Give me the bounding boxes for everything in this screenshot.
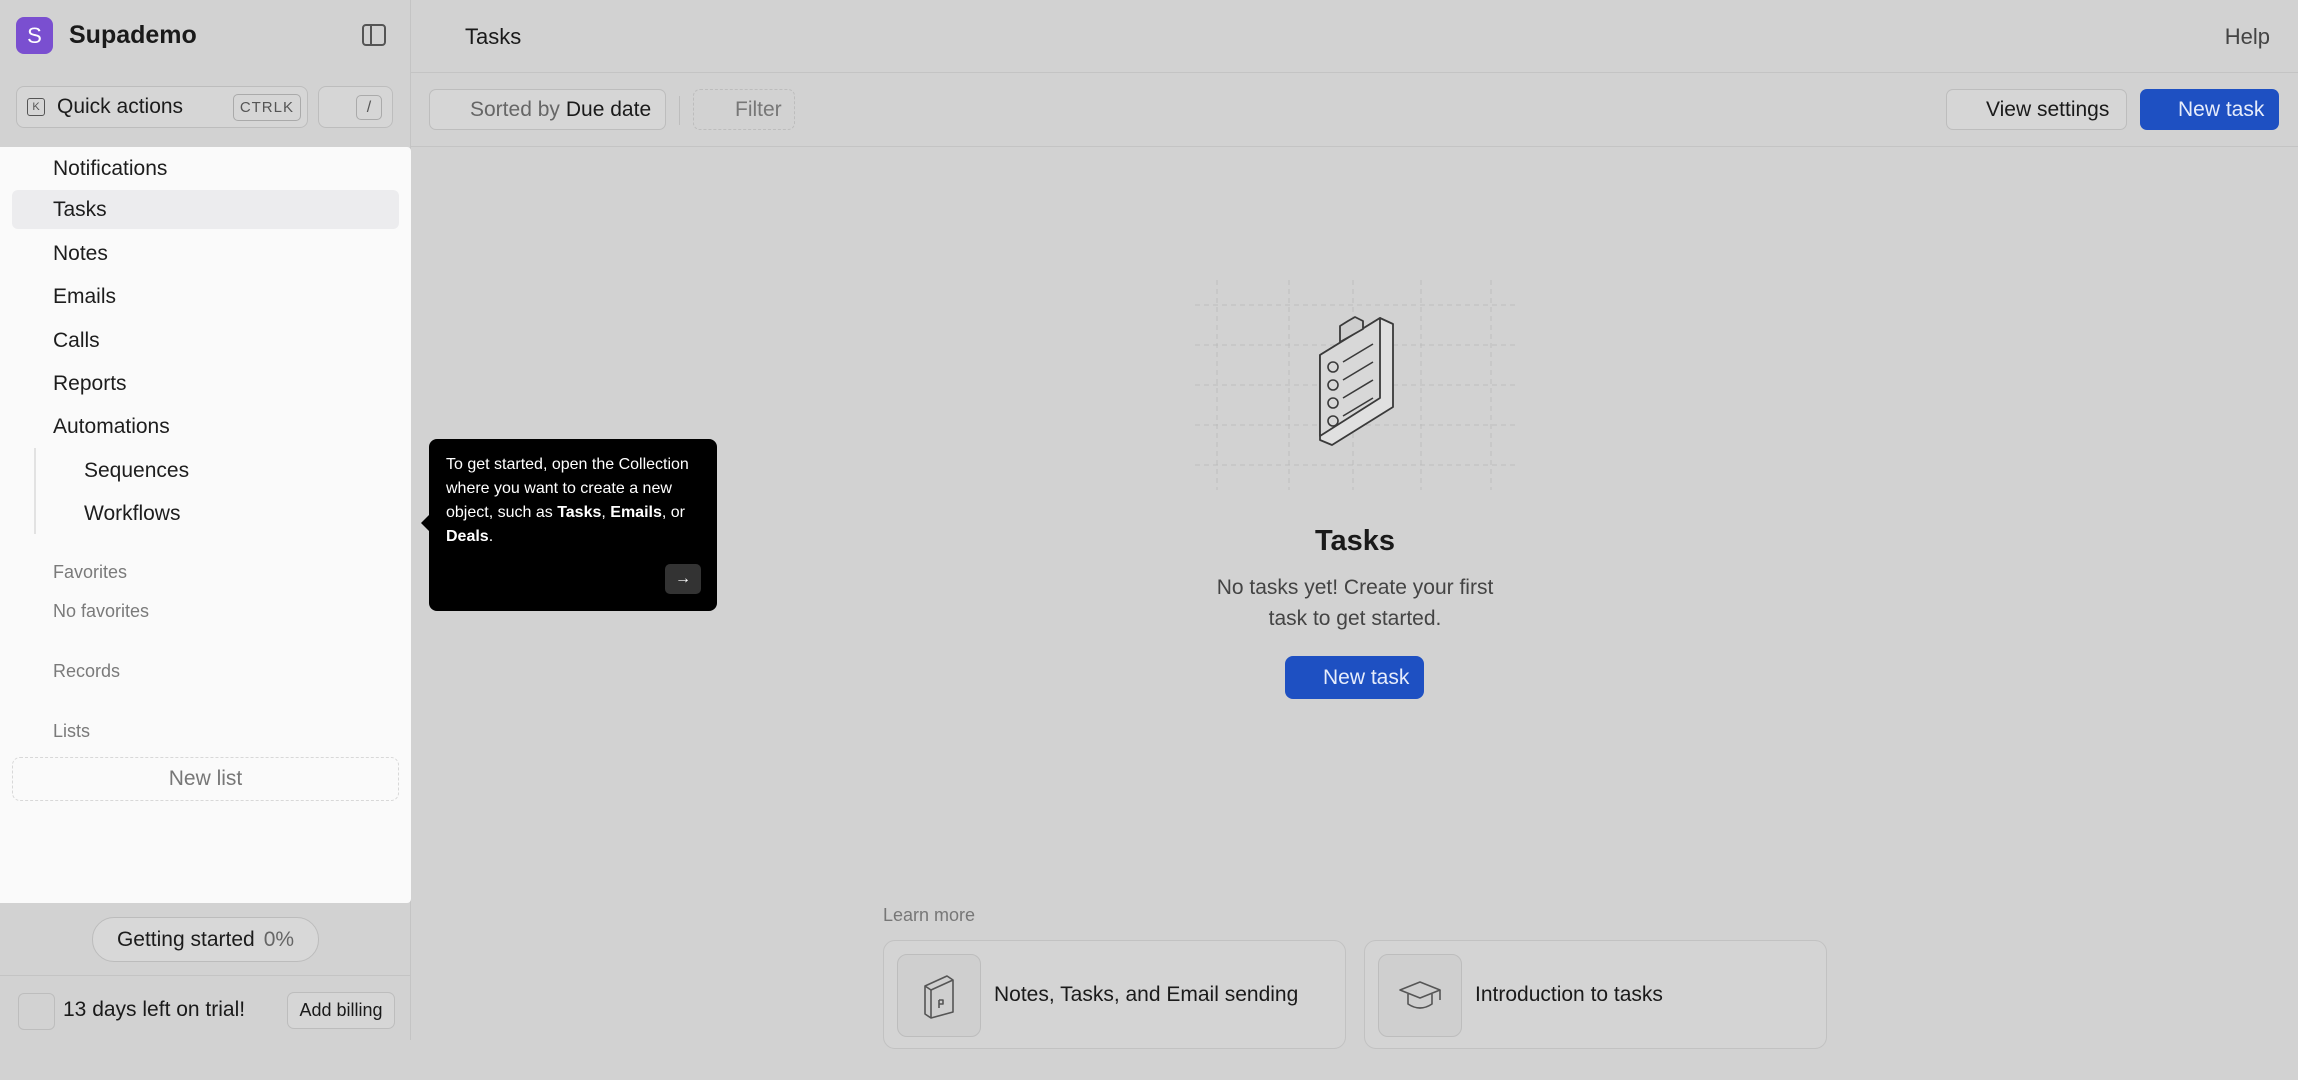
getting-started-button[interactable]: Getting started 0% <box>92 917 319 962</box>
learn-card-notes-tasks-email[interactable]: Notes, Tasks, and Email sending <box>883 940 1346 1049</box>
arrow-right-icon[interactable]: → <box>665 564 701 594</box>
sidebar-item-emails[interactable]: Emails <box>12 277 399 316</box>
header: Tasks Help <box>411 0 2298 73</box>
sort-button[interactable]: Sorted by Due date <box>429 89 666 130</box>
sidebar-item-sequences[interactable]: Sequences <box>12 451 399 490</box>
quick-actions-label: Quick actions <box>57 95 184 118</box>
quick-actions-button[interactable]: K Quick actions CTRLK <box>16 86 308 128</box>
help-link[interactable]: Help <box>2225 24 2270 50</box>
workspace-switcher[interactable]: S Supademo <box>16 17 197 54</box>
learn-card-intro-tasks[interactable]: Introduction to tasks <box>1364 940 1827 1049</box>
tooltip-comma: , <box>601 504 606 521</box>
learn-card-title: Notes, Tasks, and Email sending <box>994 983 1299 1006</box>
workspace-name: Supademo <box>69 21 197 49</box>
favorites-heading: Favorites <box>53 562 128 582</box>
no-favorites-text: No favorites <box>53 601 150 621</box>
empty-state-description: No tasks yet! Create your first task to … <box>1216 576 1494 630</box>
new-task-button[interactable]: New task <box>2140 89 2279 130</box>
sidebar-item-workflows[interactable]: Workflows <box>12 494 399 533</box>
empty-state-new-task-button[interactable]: New task <box>1285 656 1424 699</box>
slash-command-button[interactable]: / <box>318 86 393 128</box>
toolbar: Sorted by Due date Filter View settings … <box>411 74 2298 147</box>
slash-key: / <box>356 95 382 120</box>
navigation-panel: Notifications Tasks Notes Emails Calls R… <box>0 147 411 903</box>
sidebar-item-reports[interactable]: Reports <box>12 364 399 403</box>
trial-text: 13 days left on trial! <box>63 998 246 1021</box>
tooltip-or: , or <box>661 504 685 521</box>
workspace-logo: S <box>16 17 53 54</box>
tooltip-period: . <box>488 528 494 545</box>
filter-button[interactable]: Filter <box>693 89 795 130</box>
quick-actions-shortcut: CTRLK <box>232 94 301 121</box>
clipboard-illustration-icon <box>1195 280 1517 490</box>
sidebar-item-calls[interactable]: Calls <box>12 321 399 360</box>
command-icon: K <box>27 98 45 116</box>
empty-state-title: Tasks <box>1314 525 1396 557</box>
sidebar: S Supademo K Quick actions CTRLK / Notif… <box>0 0 411 1040</box>
trial-bar: 13 days left on trial! Add billing <box>0 975 411 1040</box>
view-settings-button[interactable]: View settings <box>1946 89 2127 130</box>
sort-value: Due date <box>565 97 652 121</box>
sort-prefix: Sorted by <box>470 97 560 121</box>
sidebar-item-automations[interactable]: Automations <box>12 407 399 446</box>
lists-heading[interactable]: Lists <box>53 721 90 742</box>
onboarding-tooltip: To get started, open the Collection wher… <box>421 439 717 611</box>
new-list-button[interactable]: New list <box>12 757 399 801</box>
getting-started-label: Getting started <box>116 927 255 951</box>
book-icon <box>897 954 981 1037</box>
tooltip-tasks: Tasks <box>557 504 602 521</box>
sidebar-item-notifications[interactable]: Notifications <box>12 149 399 188</box>
records-heading[interactable]: Records <box>53 661 120 682</box>
tooltip-deals: Deals <box>446 528 489 545</box>
learn-more-heading: Learn more <box>883 905 976 925</box>
graduation-cap-icon <box>1378 954 1462 1037</box>
sidebar-toggle-icon[interactable] <box>362 24 386 46</box>
add-billing-button[interactable]: Add billing <box>287 992 395 1029</box>
trial-icon <box>18 993 55 1030</box>
learn-card-title: Introduction to tasks <box>1475 983 1663 1006</box>
page-title: Tasks <box>465 24 522 49</box>
sidebar-item-tasks[interactable]: Tasks <box>12 190 399 229</box>
toolbar-divider <box>679 96 680 125</box>
tooltip-emails: Emails <box>610 504 662 521</box>
getting-started-percent: 0% <box>263 927 295 951</box>
sidebar-item-notes[interactable]: Notes <box>12 234 399 273</box>
